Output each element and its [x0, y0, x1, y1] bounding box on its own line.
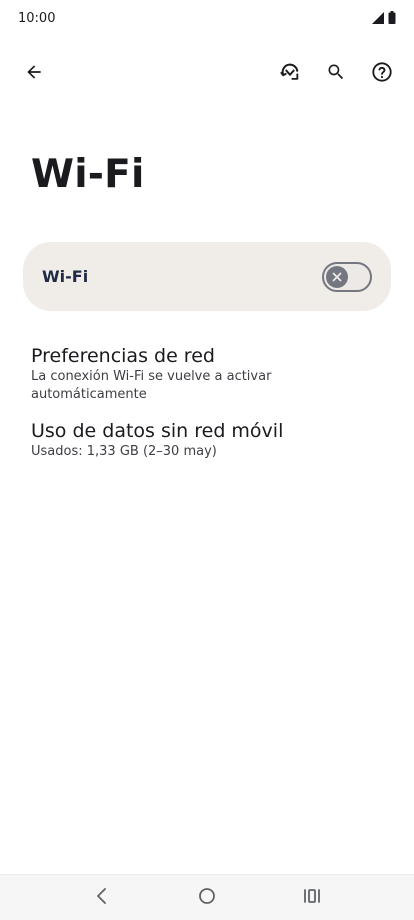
help-button[interactable]	[360, 50, 404, 94]
status-bar: 10:00	[0, 0, 414, 36]
wifi-main-switch-bar[interactable]: Wi-Fi	[23, 242, 391, 311]
wifi-data-usage-summary: Usados: 1,33 GB (2–30 may)	[31, 444, 217, 459]
nav-recents-button[interactable]	[282, 876, 342, 920]
toolbar-actions	[266, 50, 404, 94]
page-title: Wi-Fi	[31, 152, 145, 197]
toolbar	[0, 50, 414, 94]
wifi-refresh-icon	[279, 61, 301, 83]
status-icons	[372, 9, 396, 28]
battery-icon	[388, 9, 396, 28]
network-preferences-title: Preferencias de red	[31, 345, 215, 367]
network-preferences-item[interactable]: Preferencias de red La conexión Wi-Fi se…	[31, 344, 391, 404]
help-icon	[371, 61, 393, 83]
wifi-data-usage-title: Uso de datos sin red móvil	[31, 420, 284, 442]
nav-back-button[interactable]	[72, 876, 132, 920]
wifi-toggle-switch[interactable]	[322, 261, 372, 292]
search-icon	[326, 62, 346, 82]
back-button[interactable]	[12, 50, 56, 94]
nav-home-icon	[198, 887, 216, 909]
wifi-refresh-button[interactable]	[268, 50, 312, 94]
network-preferences-summary: La conexión Wi-Fi se vuelve a activar au…	[31, 369, 272, 402]
wifi-main-switch-label: Wi-Fi	[42, 267, 89, 286]
close-icon	[332, 267, 342, 286]
nav-recents-icon	[303, 888, 321, 908]
nav-home-button[interactable]	[177, 876, 237, 920]
status-time: 10:00	[18, 10, 56, 26]
wifi-settings-screen: 10:00 Wi-Fi Wi-Fi Preferencias de red La…	[0, 0, 414, 920]
nav-back-icon	[95, 887, 109, 909]
navigation-bar	[0, 874, 414, 920]
search-button[interactable]	[314, 50, 358, 94]
wifi-data-usage-item[interactable]: Uso de datos sin red móvil Usados: 1,33 …	[31, 419, 391, 461]
back-arrow-icon	[24, 62, 44, 82]
signal-icon	[372, 9, 384, 28]
switch-thumb	[326, 265, 348, 288]
